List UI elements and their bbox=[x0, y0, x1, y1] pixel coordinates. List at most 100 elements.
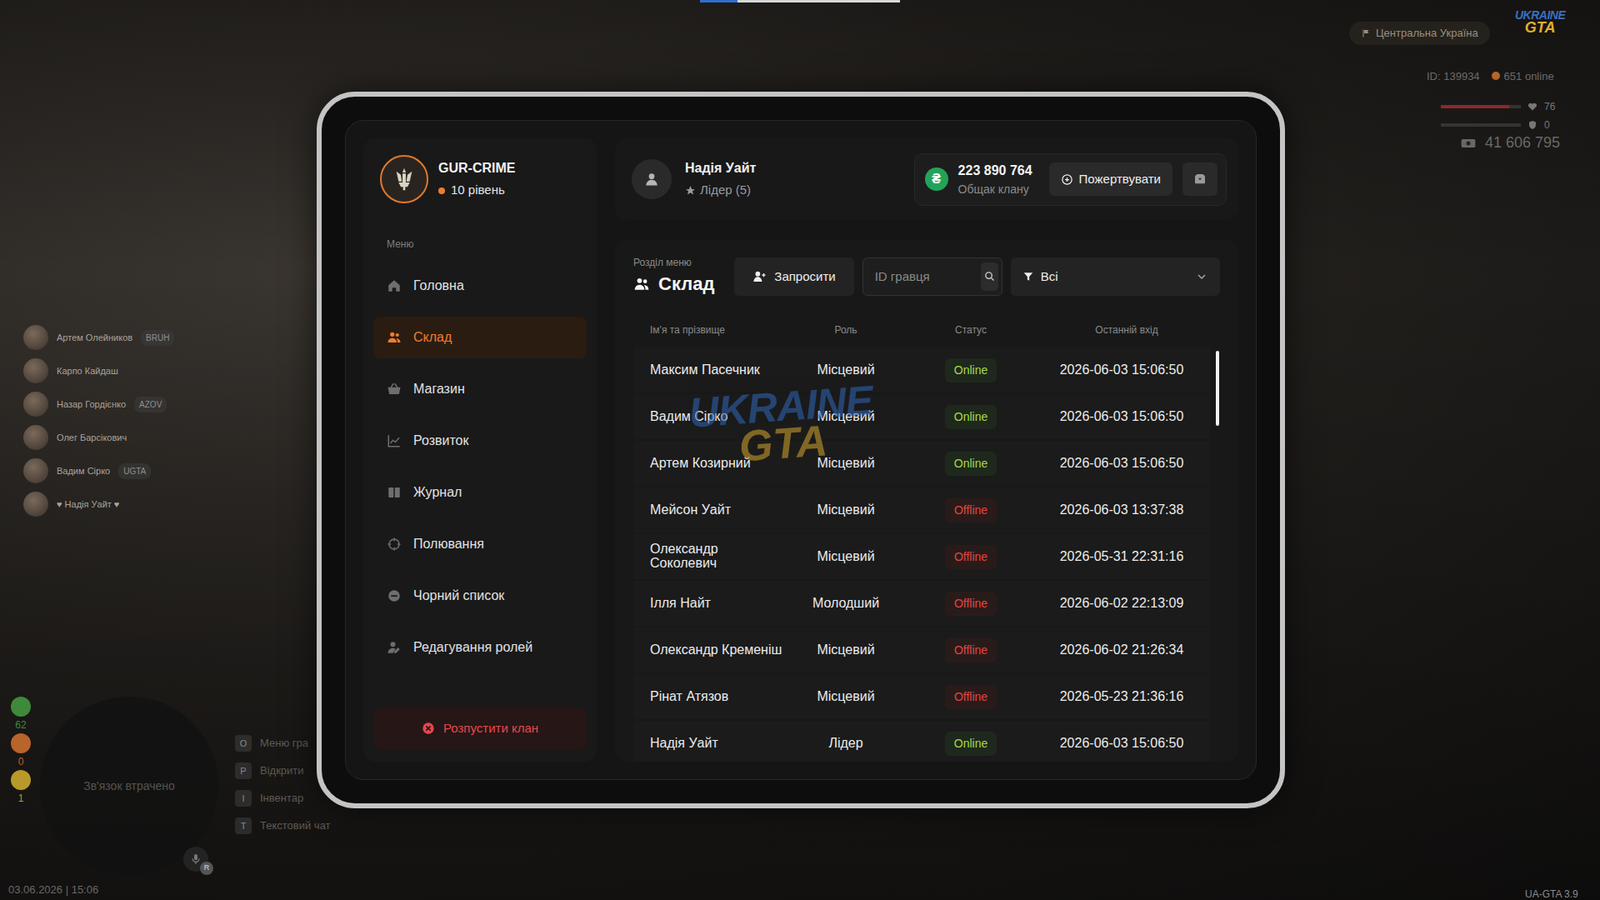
player-row[interactable]: Олег Барсікович bbox=[23, 425, 175, 450]
search-button[interactable] bbox=[980, 262, 999, 291]
sidebar-label: Чорний список bbox=[413, 585, 505, 606]
table-row[interactable]: Ілля НайтМолодшийOffline2026-06-02 22:13… bbox=[633, 580, 1210, 626]
last-login: 2026-06-03 13:37:38 bbox=[1033, 500, 1210, 520]
member-role: Місцевий bbox=[783, 500, 909, 520]
column-header: Статус bbox=[908, 322, 1034, 338]
column-header: Останній вхід bbox=[1033, 322, 1220, 338]
member-role: Місцевий bbox=[783, 546, 909, 567]
members-card: Розділ менюСкладЗапроситиВсіІм'я та пріз… bbox=[615, 240, 1239, 762]
status-badge: Online bbox=[945, 731, 997, 756]
role-filter[interactable]: Всі bbox=[1010, 257, 1220, 296]
player-row[interactable]: Вадим Сірко UGTA bbox=[23, 458, 175, 484]
player-row[interactable]: Карпо Кайдаш bbox=[23, 358, 175, 384]
health-icon bbox=[1527, 101, 1538, 112]
people-icon bbox=[386, 330, 402, 345]
plus-icon bbox=[1060, 173, 1074, 186]
user-avatar bbox=[631, 159, 672, 200]
personedit-icon bbox=[386, 640, 402, 655]
table-header: Ім'я та прізвищеРольСтатусОстанній вхід bbox=[633, 322, 1220, 338]
status-badge: Offline bbox=[945, 545, 997, 570]
minimap-status: Зв'язок втрачено bbox=[83, 777, 175, 795]
table-row[interactable]: Надія УайтЛідерOnline2026-06-03 15:06:50 bbox=[633, 720, 1210, 762]
table-row[interactable]: Максим ПасечникМісцевийOnline2026-06-03 … bbox=[633, 347, 1210, 393]
last-login: 2026-06-03 15:06:50 bbox=[1033, 453, 1210, 474]
mic-button[interactable]: R bbox=[183, 846, 209, 872]
cash-icon bbox=[1460, 135, 1477, 152]
sidebar-item[interactable]: Розвиток bbox=[373, 420, 587, 462]
status-badge: Online bbox=[945, 451, 997, 476]
header-card: Надія УайтЛідер (5)₴223 890 764Общак кла… bbox=[615, 138, 1239, 220]
sidebar-item[interactable]: Склад bbox=[373, 316, 587, 359]
member-role: Молодший bbox=[783, 593, 909, 614]
table-row[interactable]: Вадим СіркоМісцевийOnline2026-06-03 15:0… bbox=[633, 394, 1210, 440]
sidebar-label: Редагування ролей bbox=[413, 637, 533, 658]
sidebar-item[interactable]: Редагування ролей bbox=[373, 626, 587, 669]
hotkey-key: I bbox=[235, 790, 252, 807]
sidebar-item[interactable]: Чорний список bbox=[373, 575, 587, 617]
player-row[interactable]: ♥ Надія Уайт ♥ bbox=[23, 491, 175, 517]
sidebar-item[interactable]: Журнал bbox=[373, 471, 587, 514]
status-cell: Offline bbox=[908, 685, 1034, 710]
last-login: 2026-06-03 15:06:50 bbox=[1033, 360, 1210, 380]
wallet-button[interactable] bbox=[1182, 162, 1218, 196]
server-logo: UKRAINEGTA bbox=[1515, 10, 1565, 35]
player-id-input[interactable] bbox=[873, 266, 978, 288]
server-info: ID: 139934 651 online bbox=[1426, 68, 1555, 85]
sidebar-item[interactable]: Магазин bbox=[373, 368, 587, 410]
clan-header: GUR-CRIME10 рівень bbox=[373, 155, 587, 204]
status-badge: Online bbox=[945, 405, 997, 430]
player-tag: AZOV bbox=[134, 396, 167, 413]
player-tag: BRUH bbox=[140, 330, 175, 346]
money-value: 41 606 795 bbox=[1485, 131, 1560, 155]
table-row[interactable]: Олександр СоколевичМісцевийOffline2026-0… bbox=[633, 534, 1210, 580]
bank-info: 223 890 764Общак клану bbox=[958, 160, 1033, 199]
member-role: Місцевий bbox=[783, 360, 909, 380]
counter-dot bbox=[10, 733, 31, 754]
table-row[interactable]: Рінат АтязовМісцевийOffline2026-05-23 21… bbox=[633, 674, 1210, 720]
version: UA-GTA 3.9 bbox=[1525, 886, 1579, 900]
player-avatar bbox=[23, 358, 49, 384]
money: 41 606 795 bbox=[1460, 131, 1560, 155]
sidebar-label: Розвиток bbox=[413, 430, 470, 451]
table-row[interactable]: Артем КозирнийМісцевийOnline2026-06-03 1… bbox=[633, 440, 1210, 486]
status-cell: Online bbox=[908, 358, 1034, 383]
member-role: Місцевий bbox=[783, 640, 909, 660]
main-panel: Надія УайтЛідер (5)₴223 890 764Общак кла… bbox=[615, 138, 1239, 762]
table-row[interactable]: Мейсон УайтМісцевий Offline 2026-06-03 13:… bbox=[633, 487, 1210, 533]
home-icon bbox=[386, 278, 402, 294]
search-icon bbox=[983, 270, 996, 283]
hotkey: TТекстовий чат bbox=[235, 817, 331, 835]
member-name: Ілля Найт bbox=[633, 596, 784, 611]
sidebar-item[interactable]: Полювання bbox=[373, 523, 587, 565]
invite-label: Запросити bbox=[774, 267, 835, 287]
logo-line: GTA bbox=[1525, 20, 1556, 35]
sidebar-label: Журнал bbox=[413, 482, 462, 503]
watermark-line: UKRAINE bbox=[687, 383, 874, 432]
player-name: Вадим Сірко bbox=[56, 464, 110, 479]
status-badge: Offline bbox=[945, 498, 997, 523]
book-icon bbox=[386, 485, 402, 500]
progress-strip bbox=[700, 0, 900, 3]
last-login: 2026-05-31 22:31:16 bbox=[1033, 546, 1210, 567]
table-row[interactable]: Олександр КременішМісцевийOffline2026-06… bbox=[633, 627, 1210, 673]
member-role: Місцевий bbox=[783, 453, 909, 474]
donate-button[interactable]: Пожертвувати bbox=[1049, 162, 1173, 197]
scrollbar-thumb[interactable] bbox=[1215, 350, 1220, 426]
player-id: ID: 139934 bbox=[1426, 68, 1480, 85]
invite-button[interactable]: Запросити bbox=[734, 257, 854, 296]
member-name: Мейсон Уайт bbox=[633, 503, 784, 518]
online-text: 651 online bbox=[1504, 70, 1555, 83]
player-row[interactable]: Назар ГордієнкоAZOV bbox=[23, 391, 175, 417]
region-flag-icon bbox=[1360, 28, 1371, 39]
region-badge: Центральна Україна bbox=[1349, 21, 1490, 45]
disband-button[interactable]: Розпустити клан bbox=[373, 706, 587, 750]
role-text: Лідер (5) bbox=[700, 180, 751, 200]
last-login: 2026-06-02 21:26:34 bbox=[1033, 640, 1210, 660]
hotkey-key: O bbox=[235, 735, 252, 752]
player-tag: UGTA bbox=[118, 463, 151, 480]
last-login: 2026-06-03 15:06:50 bbox=[1033, 733, 1210, 754]
sidebar-item[interactable]: Головна bbox=[373, 265, 587, 307]
member-name: Надія Уайт bbox=[633, 736, 784, 751]
player-row[interactable]: Артем ОлейниковBRUH bbox=[23, 325, 175, 350]
mic-key: R bbox=[200, 861, 214, 875]
